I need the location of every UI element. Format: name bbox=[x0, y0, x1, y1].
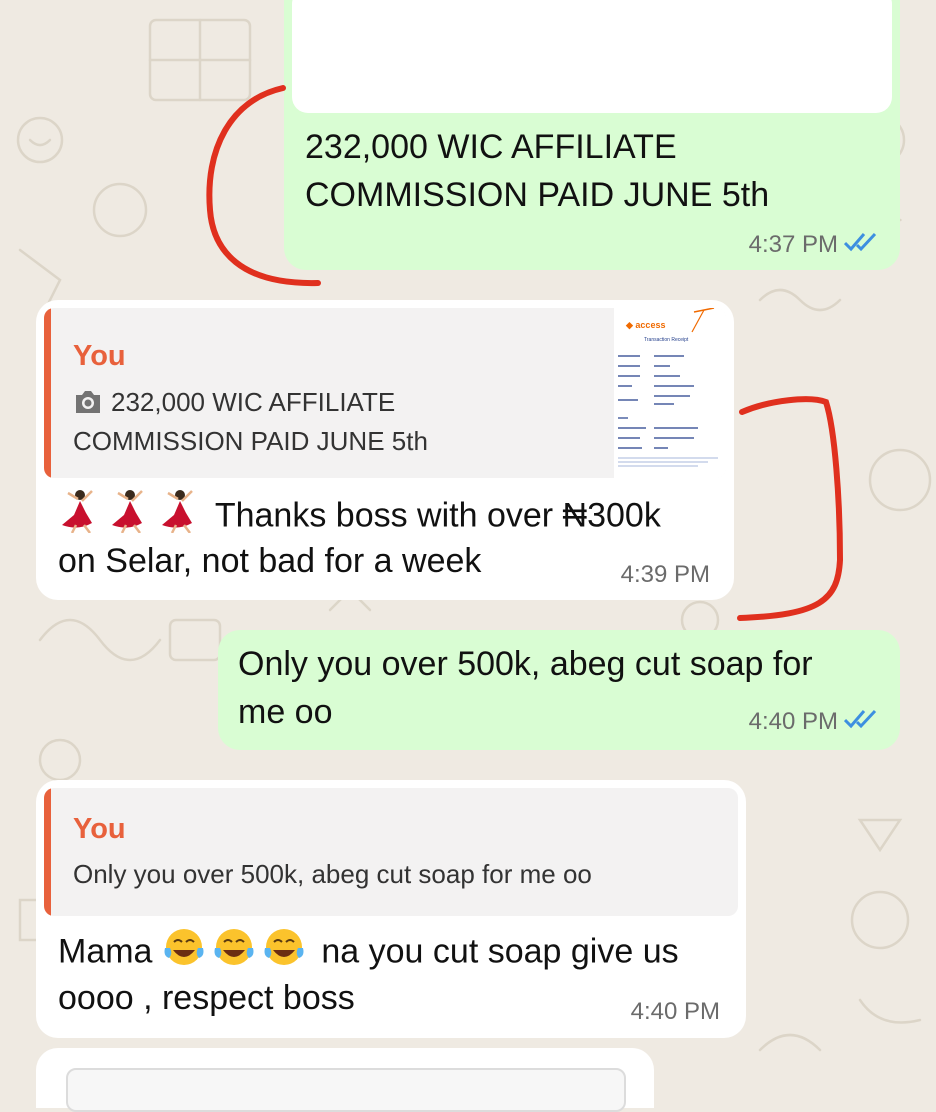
quoted-message-partial bbox=[66, 1068, 626, 1112]
incoming-message-partial[interactable] bbox=[36, 1048, 654, 1112]
svg-text:Transaction Receipt: Transaction Receipt bbox=[644, 337, 689, 343]
svg-text:◆ access: ◆ access bbox=[625, 320, 665, 330]
message-time: 4:37 PM bbox=[749, 231, 878, 260]
attached-image[interactable] bbox=[292, 0, 892, 113]
quote-accent-bar bbox=[44, 788, 51, 916]
message-text-line-2: on Selar, not bad for a week bbox=[58, 542, 482, 580]
incoming-message-reply[interactable]: You 232,000 WIC AFFILIATE COMMISSION PAI… bbox=[36, 300, 734, 600]
message-text-line-1: Mama na you cut soap give us bbox=[58, 926, 679, 981]
message-caption-line-2: COMMISSION PAID JUNE 5th bbox=[305, 176, 770, 214]
camera-icon bbox=[73, 389, 103, 420]
quoted-message[interactable]: You 232,000 WIC AFFILIATE COMMISSION PAI… bbox=[44, 308, 726, 478]
tears-of-joy-emoji bbox=[162, 926, 312, 981]
message-time: 4:40 PM bbox=[749, 708, 878, 737]
quote-author: You bbox=[73, 813, 126, 845]
message-text-line-2: me oo bbox=[238, 693, 333, 731]
quote-text: Only you over 500k, abeg cut soap for me… bbox=[73, 859, 592, 889]
message-caption-line-1: 232,000 WIC AFFILIATE bbox=[305, 128, 677, 166]
read-receipt-icon bbox=[843, 231, 878, 260]
message-text: Thanks boss with over ₦300k bbox=[214, 496, 661, 535]
quote-text-line-2: COMMISSION PAID JUNE 5th bbox=[73, 426, 428, 456]
quote-accent-bar bbox=[44, 308, 51, 478]
message-timestamp: 4:40 PM bbox=[748, 708, 838, 735]
message-timestamp: 4:37 PM bbox=[748, 231, 838, 258]
message-text-start: Mama bbox=[58, 932, 153, 971]
read-receipt-icon bbox=[843, 708, 878, 737]
incoming-message-reply[interactable]: You Only you over 500k, abeg cut soap fo… bbox=[36, 780, 746, 1038]
message-timestamp: 4:39 PM bbox=[620, 561, 710, 588]
transaction-receipt-thumbnail: ◆ access Transaction Receipt bbox=[614, 308, 726, 478]
message-text-line-1: Only you over 500k, abeg cut soap for bbox=[238, 645, 813, 683]
message-text-end: na you cut soap give us bbox=[321, 932, 679, 971]
quoted-message[interactable]: You Only you over 500k, abeg cut soap fo… bbox=[44, 788, 738, 916]
message-timestamp: 4:40 PM bbox=[630, 998, 720, 1025]
outgoing-message-image-caption[interactable]: 232,000 WIC AFFILIATE COMMISSION PAID JU… bbox=[284, 0, 900, 270]
outgoing-message[interactable]: Only you over 500k, abeg cut soap for me… bbox=[218, 630, 900, 750]
quote-author: You bbox=[73, 340, 126, 372]
message-text-line-2: oooo , respect boss bbox=[58, 979, 355, 1017]
quote-text-line-1: 232,000 WIC AFFILIATE bbox=[111, 387, 396, 417]
